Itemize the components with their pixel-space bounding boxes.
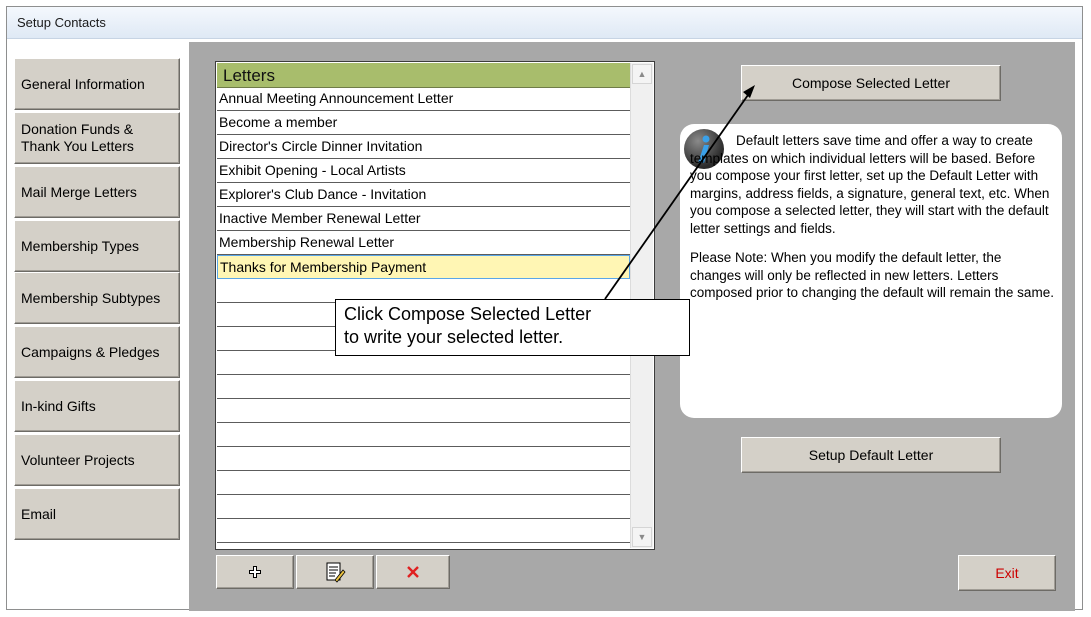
list-item[interactable]: Inactive Member Renewal Letter	[217, 207, 630, 231]
setup-default-letter-button[interactable]: Setup Default Letter	[741, 437, 1001, 473]
sidebar-item-label: General Information	[21, 75, 145, 92]
sidebar-item-label: Mail Merge Letters	[21, 183, 137, 200]
callout-line-2: to write your selected letter.	[344, 327, 564, 347]
info-panel: Default letters save time and offer a wa…	[680, 124, 1062, 418]
scroll-down-arrow-icon[interactable]: ▼	[632, 527, 652, 547]
plus-icon	[249, 566, 261, 578]
info-text: Default letters save time and offer a wa…	[690, 132, 1056, 302]
list-item[interactable]: Exhibit Opening - Local Artists	[217, 159, 630, 183]
window-title: Setup Contacts	[7, 7, 1082, 39]
list-item-empty[interactable]	[217, 447, 630, 471]
sidebar-item-in-kind-gifts[interactable]: In-kind Gifts	[14, 380, 180, 432]
sidebar-item-label: Volunteer Projects	[21, 451, 135, 468]
sidebar-item-membership-types[interactable]: Membership Types	[14, 220, 180, 272]
sidebar-item-label: In-kind Gifts	[21, 397, 96, 414]
list-item-selected[interactable]: Thanks for Membership Payment	[217, 255, 630, 279]
list-item-empty[interactable]	[217, 423, 630, 447]
scroll-up-arrow-icon[interactable]: ▲	[632, 64, 652, 84]
sidebar-item-label: Campaigns & Pledges	[21, 343, 160, 360]
sidebar-item-donation-funds[interactable]: Donation Funds & Thank You Letters	[14, 112, 180, 164]
list-item-empty[interactable]	[217, 375, 630, 399]
list-item[interactable]: Explorer's Club Dance - Invitation	[217, 183, 630, 207]
delete-letter-button[interactable]	[376, 555, 450, 589]
sidebar-item-membership-subtypes[interactable]: Membership Subtypes	[14, 272, 180, 324]
list-item-empty[interactable]	[217, 519, 630, 543]
compose-selected-letter-button[interactable]: Compose Selected Letter	[741, 65, 1001, 101]
list-item-empty[interactable]	[217, 399, 630, 423]
info-paragraph-1: Default letters save time and offer a wa…	[690, 133, 1050, 236]
sidebar-item-campaigns-pledges[interactable]: Campaigns & Pledges	[14, 326, 180, 378]
sidebar-item-volunteer-projects[interactable]: Volunteer Projects	[14, 434, 180, 486]
sidebar-item-label: Membership Types	[21, 237, 140, 254]
list-item-empty[interactable]	[217, 495, 630, 519]
sidebar-item-email[interactable]: Email	[14, 488, 180, 540]
list-item[interactable]: Become a member	[217, 111, 630, 135]
sidebar-item-label: Email	[21, 505, 57, 522]
add-letter-button[interactable]	[216, 555, 294, 589]
list-item[interactable]: Annual Meeting Announcement Letter	[217, 87, 630, 111]
sidebar-item-label: Donation Funds & Thank You Letters	[21, 121, 134, 154]
list-item-empty[interactable]	[217, 471, 630, 495]
sidebar-item-label: Membership Subtypes	[21, 289, 161, 306]
document-edit-icon	[326, 562, 346, 583]
sidebar-item-mail-merge-letters[interactable]: Mail Merge Letters	[14, 166, 180, 218]
list-item[interactable]: Membership Renewal Letter	[217, 231, 630, 255]
sidebar-item-general-information[interactable]: General Information	[14, 58, 180, 110]
exit-button[interactable]: Exit	[958, 555, 1056, 591]
callout-line-1: Click Compose Selected Letter	[344, 304, 592, 324]
letters-list-header: Letters	[217, 63, 630, 88]
callout-note: Click Compose Selected Letter to write y…	[335, 299, 690, 356]
edit-letter-button[interactable]	[296, 555, 374, 589]
delete-x-icon	[407, 566, 419, 578]
list-item[interactable]: Director's Circle Dinner Invitation	[217, 135, 630, 159]
info-paragraph-2: Please Note: When you modify the default…	[690, 250, 1054, 300]
